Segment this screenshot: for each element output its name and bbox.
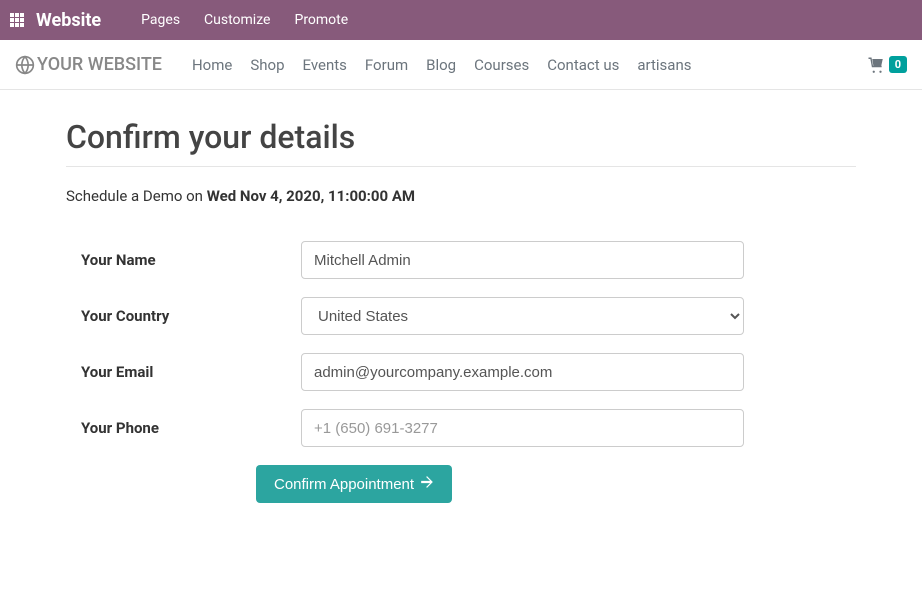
phone-input[interactable] [301,409,744,447]
site-header: YOUR WEBSITE Home Shop Events Forum Blog… [0,40,922,90]
editor-brand[interactable]: Website [36,10,101,31]
nav-blog[interactable]: Blog [426,56,456,74]
site-logo[interactable]: YOUR WEBSITE [15,54,162,75]
globe-icon [15,55,35,75]
nav-courses[interactable]: Courses [474,56,529,74]
name-label: Your Name [66,251,301,269]
nav-events[interactable]: Events [303,56,347,74]
cart-button[interactable]: 0 [867,56,907,74]
name-input[interactable] [301,241,744,279]
main-nav: Home Shop Events Forum Blog Courses Cont… [192,56,867,74]
menu-customize[interactable]: Customize [204,12,270,28]
nav-shop[interactable]: Shop [250,56,284,74]
country-select[interactable]: United States [301,297,744,335]
apps-icon[interactable] [10,13,24,27]
nav-forum[interactable]: Forum [365,56,408,74]
confirm-label: Confirm Appointment [274,476,414,493]
details-form: Your Name Your Country United States You… [66,241,856,503]
arrow-right-icon [420,475,434,493]
menu-promote[interactable]: Promote [294,12,348,28]
menu-pages[interactable]: Pages [141,12,180,28]
phone-label: Your Phone [66,419,301,437]
nav-home[interactable]: Home [192,56,232,74]
confirm-appointment-button[interactable]: Confirm Appointment [256,465,452,503]
email-label: Your Email [66,363,301,381]
schedule-date: Wed Nov 4, 2020, 11:00:00 AM [207,187,415,205]
editor-top-bar: Website Pages Customize Promote [0,0,922,40]
nav-artisans[interactable]: artisans [637,56,691,74]
schedule-prefix: Schedule a Demo on [66,187,207,205]
schedule-info: Schedule a Demo on Wed Nov 4, 2020, 11:0… [66,187,856,205]
logo-text: YOUR WEBSITE [37,54,162,75]
cart-icon [867,56,885,74]
nav-contact[interactable]: Contact us [547,56,619,74]
page-title: Confirm your details [66,118,856,167]
cart-badge: 0 [889,56,907,73]
email-input[interactable] [301,353,744,391]
country-label: Your Country [66,307,301,325]
